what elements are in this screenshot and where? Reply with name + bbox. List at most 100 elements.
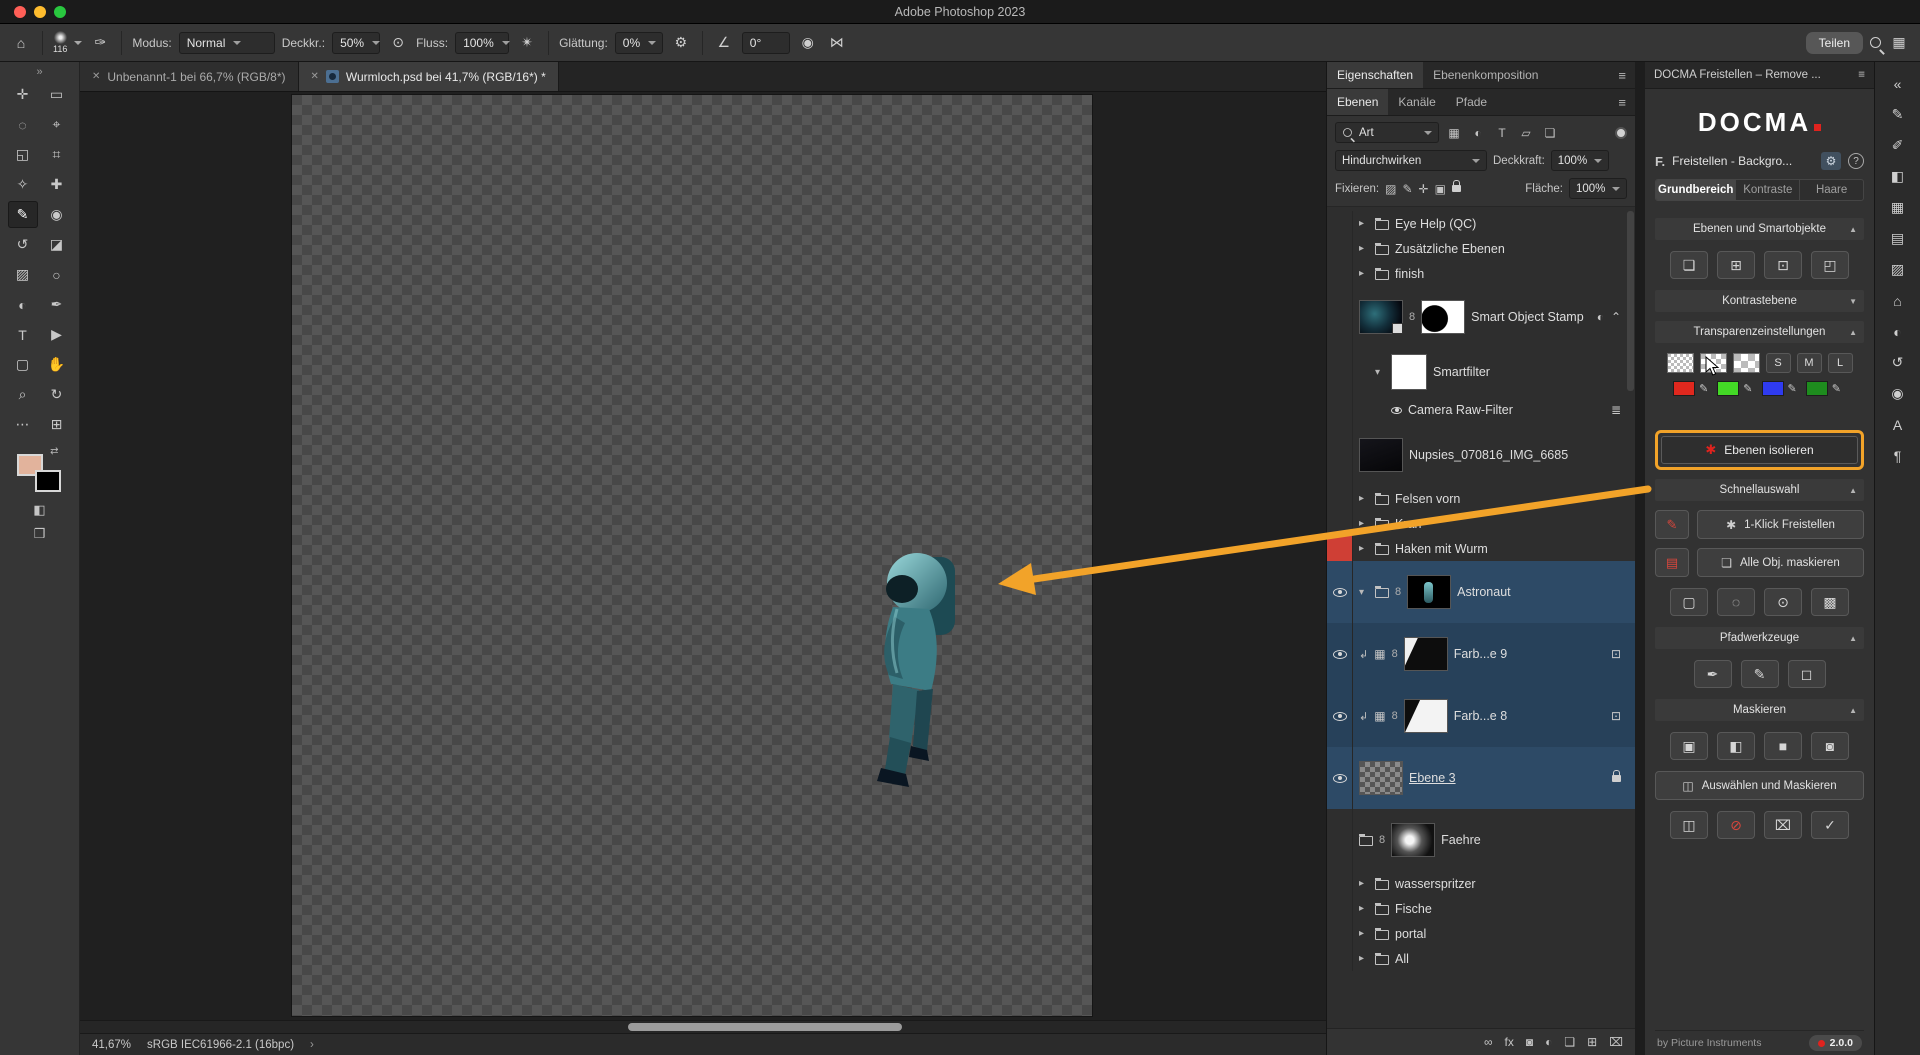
layer-visibility-toggle[interactable] [1327,424,1353,486]
grid-preview-large[interactable] [1733,353,1760,373]
layer-row[interactable]: ↲▦8Farb...e 9⊡ [1327,623,1635,685]
ellipse-select-button[interactable]: ◌ [1717,588,1755,616]
disclosure-caret-icon[interactable]: ▸ [1359,878,1369,889]
frame-tool[interactable]: ⌗ [42,141,72,168]
dodge-tool[interactable]: ◐ [8,291,38,318]
delete-layer-icon[interactable]: ⌧ [1609,1035,1623,1049]
tab-kanaele[interactable]: Kanäle [1388,89,1445,115]
layer-row-body[interactable]: ▾8Astronaut [1353,561,1635,623]
rasterize-button[interactable]: ◰ [1811,251,1849,279]
black-mask-button[interactable]: ■ [1764,732,1802,760]
filter-pixel-layers-icon[interactable]: ▦ [1445,126,1463,140]
share-button[interactable]: Teilen [1806,32,1863,54]
clone-source-panel-icon[interactable]: ◉ [1884,382,1912,405]
flow-select[interactable]: 100% [455,32,509,54]
layer-visibility-toggle[interactable] [1327,261,1353,286]
character-panel-icon[interactable]: A [1884,413,1912,436]
link-layers-icon[interactable]: ∞ [1484,1035,1493,1049]
workspace-switcher-icon[interactable]: ▦ [1888,31,1910,55]
layer-thumbnail[interactable] [1404,637,1448,671]
layer-row-body[interactable]: 8Smart Object Stamp◐⌃ [1353,286,1635,348]
lock-position-icon[interactable]: ✛ [1419,182,1429,196]
lock-all-icon[interactable] [1452,185,1461,192]
disclosure-caret-icon[interactable]: ▾ [1375,367,1385,378]
lock-pixels-icon[interactable]: ✎ [1402,182,1412,196]
layer-row-body[interactable]: ▸wasserspritzer [1353,871,1635,896]
green-color-eyedropper-icon[interactable]: ✎ [1743,382,1752,395]
layer-row[interactable]: ▸portal [1327,921,1635,946]
brush-settings-toggle-icon[interactable]: ✑ [89,31,111,55]
layer-row[interactable]: ▸Fische [1327,896,1635,921]
red-color-chip[interactable] [1673,381,1695,396]
brush-tool[interactable]: ✎ [8,201,38,228]
artboard-tool[interactable]: ⊞ [42,411,72,438]
section-transparency-settings[interactable]: Transparenzeinstellungen ▲ [1655,321,1864,343]
disclosure-caret-icon[interactable]: ▸ [1359,268,1369,279]
toggle-mask-view-button[interactable]: ⊘ [1717,811,1755,839]
edit-toolbar[interactable]: ⋯ [8,411,38,438]
layer-row[interactable]: ↲▦8Farb...e 8⊡ [1327,685,1635,747]
layer-effects-icon[interactable]: fx [1505,1035,1514,1049]
layer-visibility-toggle[interactable] [1327,486,1353,511]
crop-tool[interactable]: ◱ [8,141,38,168]
layer-row-body[interactable]: ▸finish [1353,261,1635,286]
collapse-arrow-icon[interactable]: ▲ [1849,328,1857,337]
layer-thumbnail[interactable] [1359,761,1403,795]
layer-row-body[interactable]: ↲▦8Farb...e 8⊡ [1353,685,1635,747]
tab-haare[interactable]: Haare [1800,180,1863,200]
disclosure-caret-icon[interactable]: ▸ [1359,243,1369,254]
layer-visibility-toggle[interactable] [1327,921,1353,946]
layer-visibility-toggle[interactable] [1327,511,1353,536]
layer-visibility-toggle[interactable] [1327,747,1353,809]
layer-row[interactable]: ▸Haken mit Wurm [1327,536,1635,561]
channel-mask-button[interactable]: ◙ [1811,732,1849,760]
grid-preview-medium[interactable] [1700,353,1727,373]
rotate-view-tool[interactable]: ↻ [42,381,72,408]
disclosure-caret-icon[interactable]: ▸ [1359,903,1369,914]
red-image-button[interactable]: ▤ [1655,548,1689,577]
blur-tool[interactable]: ○ [42,261,72,288]
layer-row[interactable]: ▾8Astronaut [1327,561,1635,623]
layer-mask-thumbnail[interactable] [1421,300,1465,334]
marquee-tool[interactable]: ▭ [42,81,72,108]
layer-visibility-toggle[interactable] [1327,946,1353,971]
copy-layer-button[interactable]: ❏ [1670,251,1708,279]
delete-mask-button[interactable]: ⌧ [1764,811,1802,839]
new-group-icon[interactable]: ❏ [1564,1035,1575,1049]
layer-opacity-select[interactable]: 100% [1551,150,1609,171]
tab-ebenen[interactable]: Ebenen [1327,89,1388,115]
layer-row-body[interactable]: Ebene 3 [1353,747,1635,809]
layer-visibility-toggle[interactable] [1327,211,1353,236]
layer-row[interactable]: 8Faehre [1327,809,1635,871]
close-window-button[interactable] [14,6,26,18]
canvas[interactable] [80,92,1326,1020]
layer-row-body[interactable]: ▸Haken mit Wurm [1353,536,1635,561]
layer-row[interactable]: ▾Smartfilter [1327,348,1635,396]
layer-row-body[interactable]: ▸Fische [1353,896,1635,921]
document-tab-active[interactable]: ✕ Wurmloch.psd bei 41,7% (RGB/16*) * [299,62,559,91]
healing-brush-tool[interactable]: ✚ [42,171,72,198]
shape-tool[interactable]: ▢ [8,351,38,378]
one-click-cutout-button[interactable]: ✱ 1-Klick Freistellen [1697,510,1864,539]
layer-visibility-toggle[interactable] [1327,685,1353,747]
green-color-chip[interactable] [1717,381,1739,396]
brush-settings-panel-icon[interactable]: ✎ [1884,103,1912,126]
layer-row[interactable]: 8Smart Object Stamp◐⌃ [1327,286,1635,348]
move-tool[interactable]: ✛ [8,81,38,108]
smart-filter-icon[interactable]: ◐ [1597,310,1604,324]
scrollbar-thumb[interactable] [628,1023,902,1031]
layer-row[interactable]: ▸All [1327,946,1635,971]
brushes-panel-icon[interactable]: ✐ [1884,134,1912,157]
isolate-layers-button[interactable]: ✱ Ebenen isolieren [1661,436,1858,464]
disclosure-caret-icon[interactable]: ▸ [1359,953,1369,964]
collapse-arrow-icon[interactable]: ▼ [1849,297,1857,306]
home-icon[interactable]: ⌂ [10,31,32,55]
panel-menu-icon[interactable]: ≡ [1618,62,1635,88]
blend-mode-select[interactable]: Normal [179,32,275,54]
libraries-panel-icon[interactable]: ⌂ [1884,289,1912,312]
horizontal-scrollbar[interactable] [80,1020,1326,1033]
layer-row[interactable]: ▸Eye Help (QC) [1327,211,1635,236]
half-mask-button[interactable]: ◧ [1717,732,1755,760]
dark-green-color-eyedropper-icon[interactable]: ✎ [1832,382,1841,395]
status-chevron-icon[interactable]: › [310,1039,314,1051]
